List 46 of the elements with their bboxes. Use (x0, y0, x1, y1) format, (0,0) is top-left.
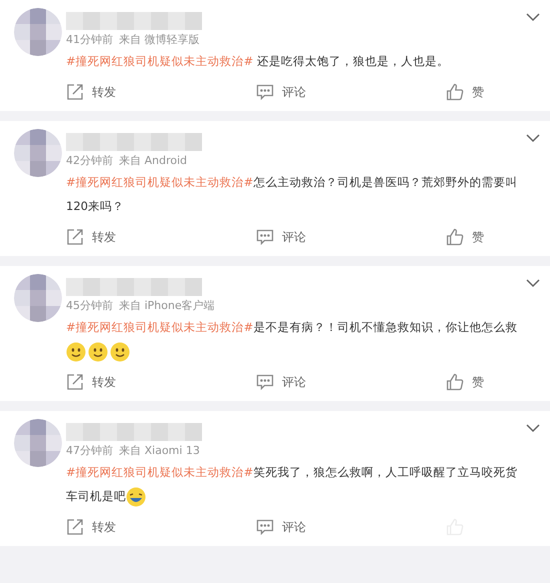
post-time[interactable]: 47分钟前 (66, 443, 113, 458)
post-time[interactable]: 41分钟前 (66, 32, 113, 47)
post-text: #撞死网红狼司机疑似未主动救治#怎么主动救治？司机是兽医吗？荒郊野外的需要叫120来吗？ (66, 174, 518, 215)
repost-button[interactable]: 转发 (66, 373, 256, 391)
smiley-emoji-icon (66, 342, 86, 362)
like-button[interactable]: 赞 (446, 228, 546, 246)
post-source[interactable]: 来自 Xiaomi 13 (119, 443, 200, 458)
thumbs-up-icon (446, 373, 464, 391)
comment-button[interactable]: 评论 (256, 518, 446, 536)
chevron-down-icon[interactable] (526, 423, 540, 433)
post-text: #撞死网红狼司机疑似未主动救治# 还是吃得太饱了，狼也是，人也是。 (66, 53, 450, 70)
comment-icon (256, 518, 274, 536)
post-text: #撞死网红狼司机疑似未主动救治#是不是有病？！司机不懂急救知识，你让他怎么救 (66, 315, 526, 363)
comment-icon (256, 373, 274, 391)
repost-button[interactable]: 转发 (66, 228, 256, 246)
thumbs-up-icon (446, 228, 464, 246)
like-button[interactable]: 赞 (446, 373, 546, 391)
comment-button[interactable]: 评论 (256, 83, 446, 101)
post-source[interactable]: 来自 微博轻享版 (119, 32, 200, 47)
thumbs-up-icon (446, 83, 464, 101)
repost-button[interactable]: 转发 (66, 83, 256, 101)
comment-icon (256, 83, 274, 101)
avatar-icon[interactable] (14, 274, 62, 322)
avatar-icon[interactable] (14, 419, 62, 467)
chevron-down-icon[interactable] (526, 278, 540, 288)
laughing-emoji-icon (126, 486, 146, 507)
share-icon (66, 373, 84, 391)
share-icon (66, 518, 84, 536)
post-time[interactable]: 45分钟前 (66, 298, 113, 313)
comment-button[interactable]: 评论 (256, 373, 446, 391)
comment-icon (256, 228, 274, 246)
post-source[interactable]: 来自 iPhone客户端 (119, 298, 215, 313)
smiley-emoji-icon (88, 342, 108, 362)
chevron-down-icon[interactable] (526, 133, 540, 143)
post-time[interactable]: 42分钟前 (66, 153, 113, 168)
avatar-icon[interactable] (14, 8, 62, 56)
post-source[interactable]: 来自 Android (119, 153, 188, 168)
avatar-icon[interactable] (14, 129, 62, 177)
share-icon (66, 83, 84, 101)
comment-button[interactable]: 评论 (256, 228, 446, 246)
repost-button[interactable]: 转发 (66, 518, 256, 536)
post-text: #撞死网红狼司机疑似未主动救治#笑死我了，狼怎么救啊，人工呼吸醒了立马咬死货车司机是吧 (66, 460, 526, 508)
share-icon (66, 228, 84, 246)
smiley-emoji-icon (110, 342, 130, 362)
like-button[interactable]: 赞 (446, 83, 546, 101)
chevron-down-icon[interactable] (526, 12, 540, 22)
